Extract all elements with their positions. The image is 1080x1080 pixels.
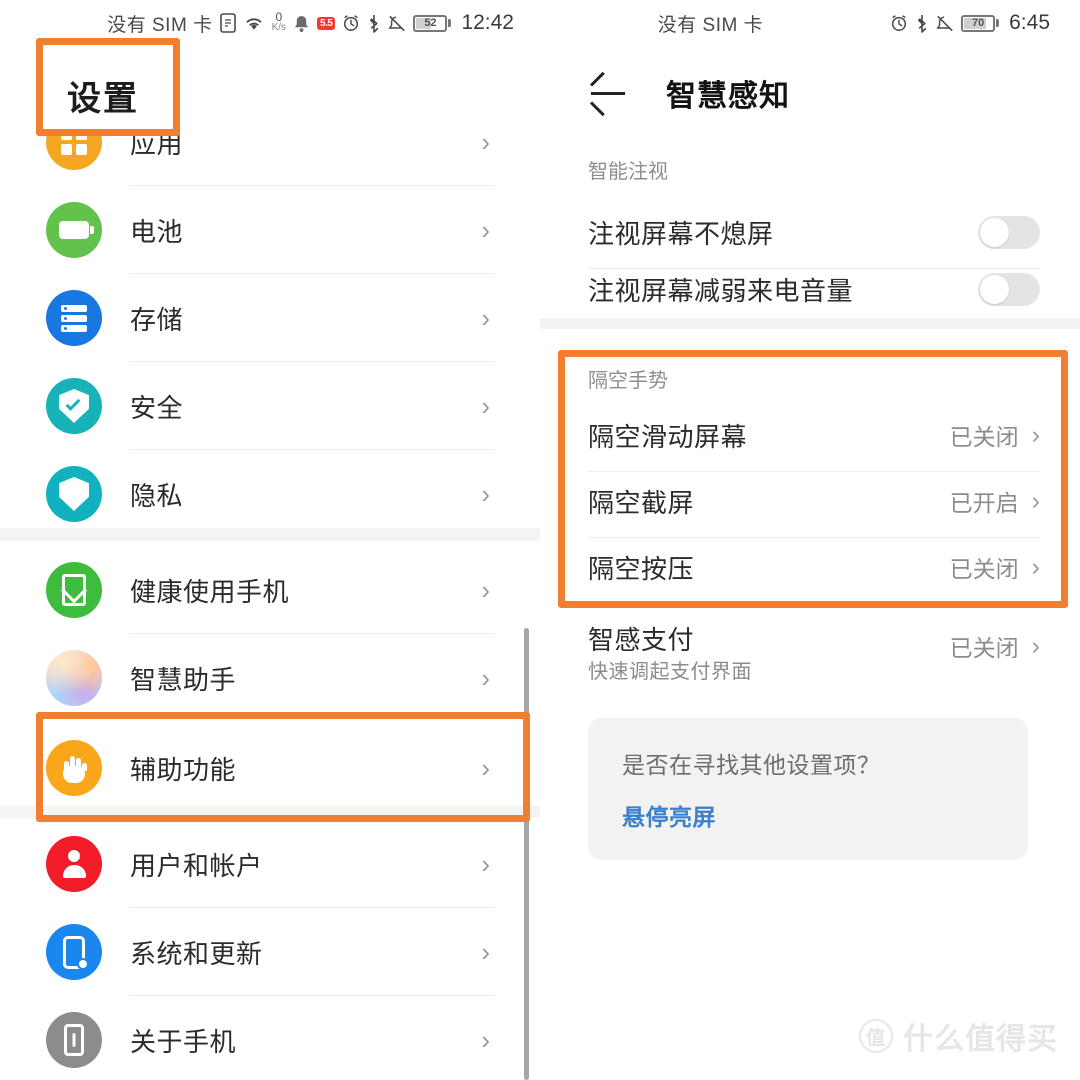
- settings-row-label: 隐私: [130, 480, 184, 511]
- bell-icon: [293, 14, 310, 33]
- storage-icon: [46, 290, 102, 346]
- chevron-right-icon: ›: [481, 126, 490, 157]
- alarm-icon: [342, 14, 360, 32]
- setting-row-gaze-reduce-ring-volume[interactable]: 注视屏幕减弱来电音量: [540, 252, 1080, 326]
- alarm-icon: [890, 14, 908, 32]
- sim-status-text: 没有 SIM 卡: [657, 14, 764, 36]
- right-status-bar: 没有 SIM 卡 70 6:45: [540, 0, 1080, 46]
- chevron-right-icon: ›: [481, 302, 490, 333]
- settings-row-label: 智慧助手: [130, 664, 237, 695]
- group-separator: [540, 318, 1080, 329]
- app-bar: 智慧感知: [540, 55, 1080, 131]
- watermark-text: 什么值得买: [903, 1023, 1058, 1056]
- hourglass-icon: [46, 562, 102, 618]
- chevron-right-icon: ›: [481, 478, 490, 509]
- settings-row-label: 健康使用手机: [130, 576, 290, 607]
- red-badge-icon: 5.5: [317, 16, 336, 30]
- settings-row-label: 关于手机: [130, 1026, 237, 1057]
- privacy-shield-icon: [46, 466, 102, 522]
- battery-icon: 52: [413, 14, 452, 32]
- left-scrollbar[interactable]: [524, 628, 529, 1080]
- settings-row-label: 电池: [130, 216, 184, 247]
- chevron-right-icon: ›: [481, 1024, 490, 1055]
- settings-row-about-phone[interactable]: 关于手机 ›: [0, 996, 540, 1080]
- settings-title: 设置: [67, 80, 139, 118]
- settings-row-assistant[interactable]: 智慧助手 ›: [0, 634, 540, 722]
- tip-question: 是否在寻找其他设置项？: [622, 752, 881, 778]
- section-header-smart-gaze: 智能注视: [588, 161, 668, 183]
- sim-status-text: 没有 SIM 卡: [107, 14, 213, 36]
- screenshot-root: 没有 SIM 卡 0 K/s 5.5 52 12:42 应用 › 电池 › 存储…: [0, 0, 1080, 1080]
- settings-row-digital-balance[interactable]: 健康使用手机 ›: [0, 546, 540, 634]
- settings-row-users-accounts[interactable]: 用户和帐户 ›: [0, 820, 540, 908]
- highlight-box-air-gestures: [558, 350, 1068, 608]
- settings-row-privacy[interactable]: 隐私 ›: [0, 450, 540, 538]
- back-arrow-icon[interactable]: [588, 73, 628, 117]
- battery-percent: 70: [972, 17, 985, 29]
- settings-row-security[interactable]: 安全 ›: [0, 362, 540, 450]
- chevron-right-icon: ›: [481, 574, 490, 605]
- shield-check-icon: [46, 378, 102, 434]
- highlight-box-accessibility: [36, 712, 530, 822]
- netspeed-unit: K/s: [271, 22, 287, 33]
- about-phone-icon: [46, 1012, 102, 1068]
- settings-row-label: 安全: [130, 392, 184, 423]
- watermark-logo-icon: 值: [859, 1019, 893, 1053]
- setting-row-label: 注视屏幕不熄屏: [588, 218, 774, 249]
- right-clock: 6:45: [1009, 11, 1050, 34]
- left-clock: 12:42: [461, 11, 514, 34]
- chevron-right-icon: ›: [1031, 631, 1040, 660]
- settings-row-system-update[interactable]: 系统和更新 ›: [0, 908, 540, 996]
- setting-row-subtitle: 快速调起支付界面: [588, 661, 752, 683]
- chevron-right-icon: ›: [481, 662, 490, 693]
- chevron-right-icon: ›: [481, 936, 490, 967]
- other-settings-tip-card: 是否在寻找其他设置项？ 悬停亮屏: [588, 718, 1028, 860]
- netspeed-icon: 0 K/s: [272, 11, 286, 33]
- page-title: 智慧感知: [666, 80, 790, 113]
- setting-row-label: 注视屏幕减弱来电音量: [588, 275, 854, 306]
- setting-row-value: 已关闭: [949, 635, 1019, 661]
- setting-row-label: 智感支付: [588, 625, 695, 655]
- battery-percent: 52: [424, 17, 437, 29]
- settings-panel: 没有 SIM 卡 0 K/s 5.5 52 12:42 应用 › 电池 › 存储…: [0, 0, 540, 1080]
- system-update-icon: [46, 924, 102, 980]
- toggle-off[interactable]: [978, 272, 1040, 306]
- toggle-off[interactable]: [978, 215, 1040, 249]
- chevron-right-icon: ›: [481, 390, 490, 421]
- tip-link-hover-wake[interactable]: 悬停亮屏: [622, 798, 994, 832]
- settings-row-label: 用户和帐户: [130, 850, 263, 881]
- bluetooth-icon: [915, 14, 929, 33]
- settings-row-label: 存储: [130, 304, 184, 335]
- highlight-box-settings-title: 设置: [36, 38, 180, 136]
- settings-row-battery[interactable]: 电池 ›: [0, 186, 540, 274]
- settings-row-label: 系统和更新: [130, 938, 263, 969]
- chevron-right-icon: ›: [481, 214, 490, 245]
- watermark: 值 什么值得买: [859, 1014, 1058, 1058]
- wifi-icon: [243, 14, 265, 32]
- user-account-icon: [46, 836, 102, 892]
- bluetooth-icon: [367, 14, 381, 33]
- chevron-right-icon: ›: [481, 848, 490, 879]
- settings-row-storage[interactable]: 存储 ›: [0, 274, 540, 362]
- group-separator: [0, 528, 540, 541]
- battery-icon: 70: [961, 14, 1000, 32]
- mute-icon: [388, 14, 406, 33]
- mute-icon: [936, 14, 954, 33]
- sim-card-icon: [219, 13, 236, 33]
- battery-icon: [46, 202, 102, 258]
- assistant-gradient-icon: [46, 650, 102, 706]
